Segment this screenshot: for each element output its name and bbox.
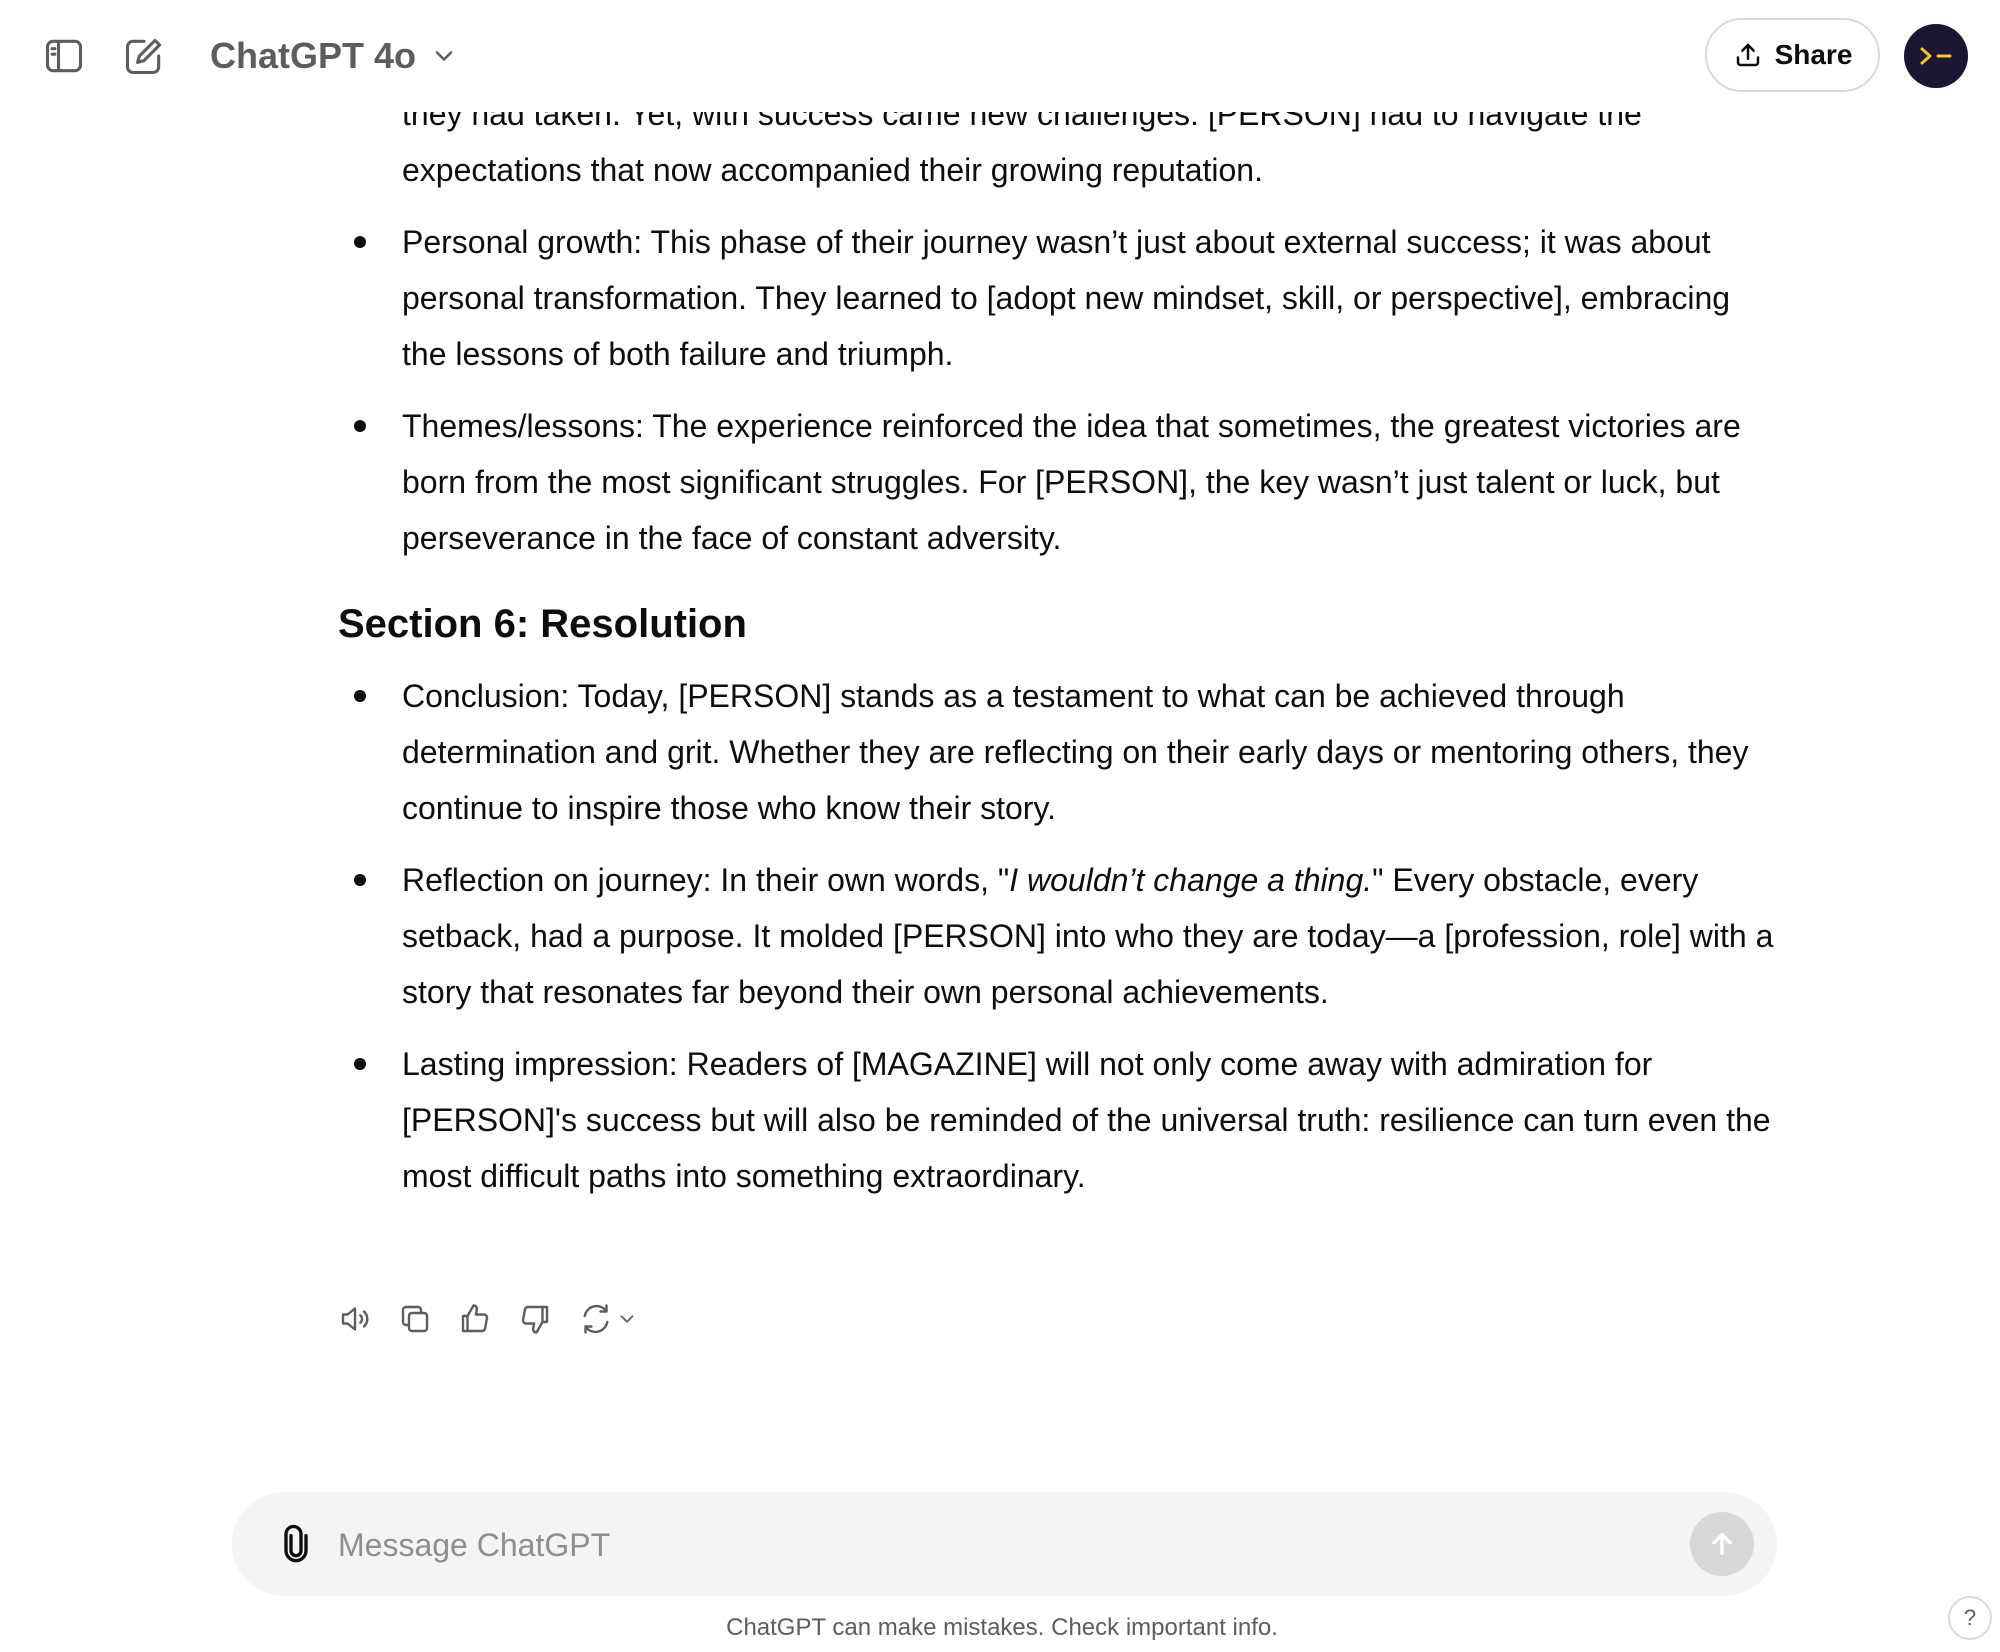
section-heading: Section 6: Resolution [338,602,747,646]
paperclip-icon [284,1524,308,1563]
italic-quote: I wouldn’t change a thing. [1009,862,1373,898]
bad-response-button[interactable] [514,1298,556,1340]
new-chat-icon [125,38,162,75]
list-item: Themes/lessons: The experience reinforce… [338,398,1778,566]
list-item: Reflection on journey: In their own word… [338,852,1778,1020]
list-item: Lasting impression: Readers of [MAGAZINE… [338,1036,1778,1204]
sidebar-toggle-icon [45,39,83,73]
list-item-text: Conclusion: Today, [PERSON] stands as a … [402,678,1749,826]
sidebar-toggle-button[interactable] [34,26,94,86]
avatar-terminal-icon [1920,47,1952,65]
send-button[interactable] [1690,1512,1754,1576]
regenerate-button[interactable] [574,1298,642,1340]
disclaimer-text: ChatGPT can make mistakes. Check importa… [726,1614,1278,1641]
avatar[interactable] [1904,24,1968,88]
arrow-up-icon [1712,1532,1732,1556]
attach-button[interactable] [272,1520,320,1568]
share-button[interactable]: Share [1705,18,1880,92]
reflection-prefix: Reflection on journey: In their own word… [402,862,1010,898]
copy-button[interactable] [394,1298,436,1340]
bullet [354,874,366,886]
copy-icon [401,1305,429,1333]
regenerate-icon [583,1304,609,1334]
bullet [354,236,366,248]
bullet [354,690,366,702]
new-chat-button[interactable] [114,26,174,86]
list-item-text: Reflection on journey: In their own word… [402,862,1773,1010]
list-item: Conclusion: Today, [PERSON] stands as a … [338,668,1778,836]
list-item-text: Lasting impression: Readers of [MAGAZINE… [402,1046,1771,1194]
message-composer [232,1492,1777,1596]
bullet [354,1058,366,1070]
share-icon [1736,43,1759,67]
share-label: Share [1774,39,1853,70]
assistant-message: they had taken. Yet, with success came n… [338,86,1778,1220]
list-item: Personal growth: This phase of their jou… [338,214,1778,382]
section5-list: they had taken. Yet, with success came n… [338,86,1778,566]
top-bar: ChatGPT 4o Share [0,0,2000,112]
help-button[interactable]: ? [1948,1596,1992,1640]
thumbs-up-icon [461,1304,489,1333]
message-actions [334,1298,642,1340]
chatgpt-page: they had taken. Yet, with success came n… [0,0,2000,1652]
chevron-down-icon [435,51,453,61]
thumbs-down-icon [521,1305,549,1334]
list-item-text: Themes/lessons: The experience reinforce… [402,408,1741,556]
read-aloud-icon [341,1307,369,1331]
read-aloud-button[interactable] [334,1298,376,1340]
bullet [354,420,366,432]
chevron-down-icon [620,1315,634,1323]
message-input[interactable] [336,1514,1620,1576]
model-name: ChatGPT 4o [210,35,417,76]
model-selector[interactable]: ChatGPT 4o [200,26,468,86]
section6-list: Conclusion: Today, [PERSON] stands as a … [338,668,1778,1204]
good-response-button[interactable] [454,1298,496,1340]
list-item-text: Personal growth: This phase of their jou… [402,224,1731,372]
